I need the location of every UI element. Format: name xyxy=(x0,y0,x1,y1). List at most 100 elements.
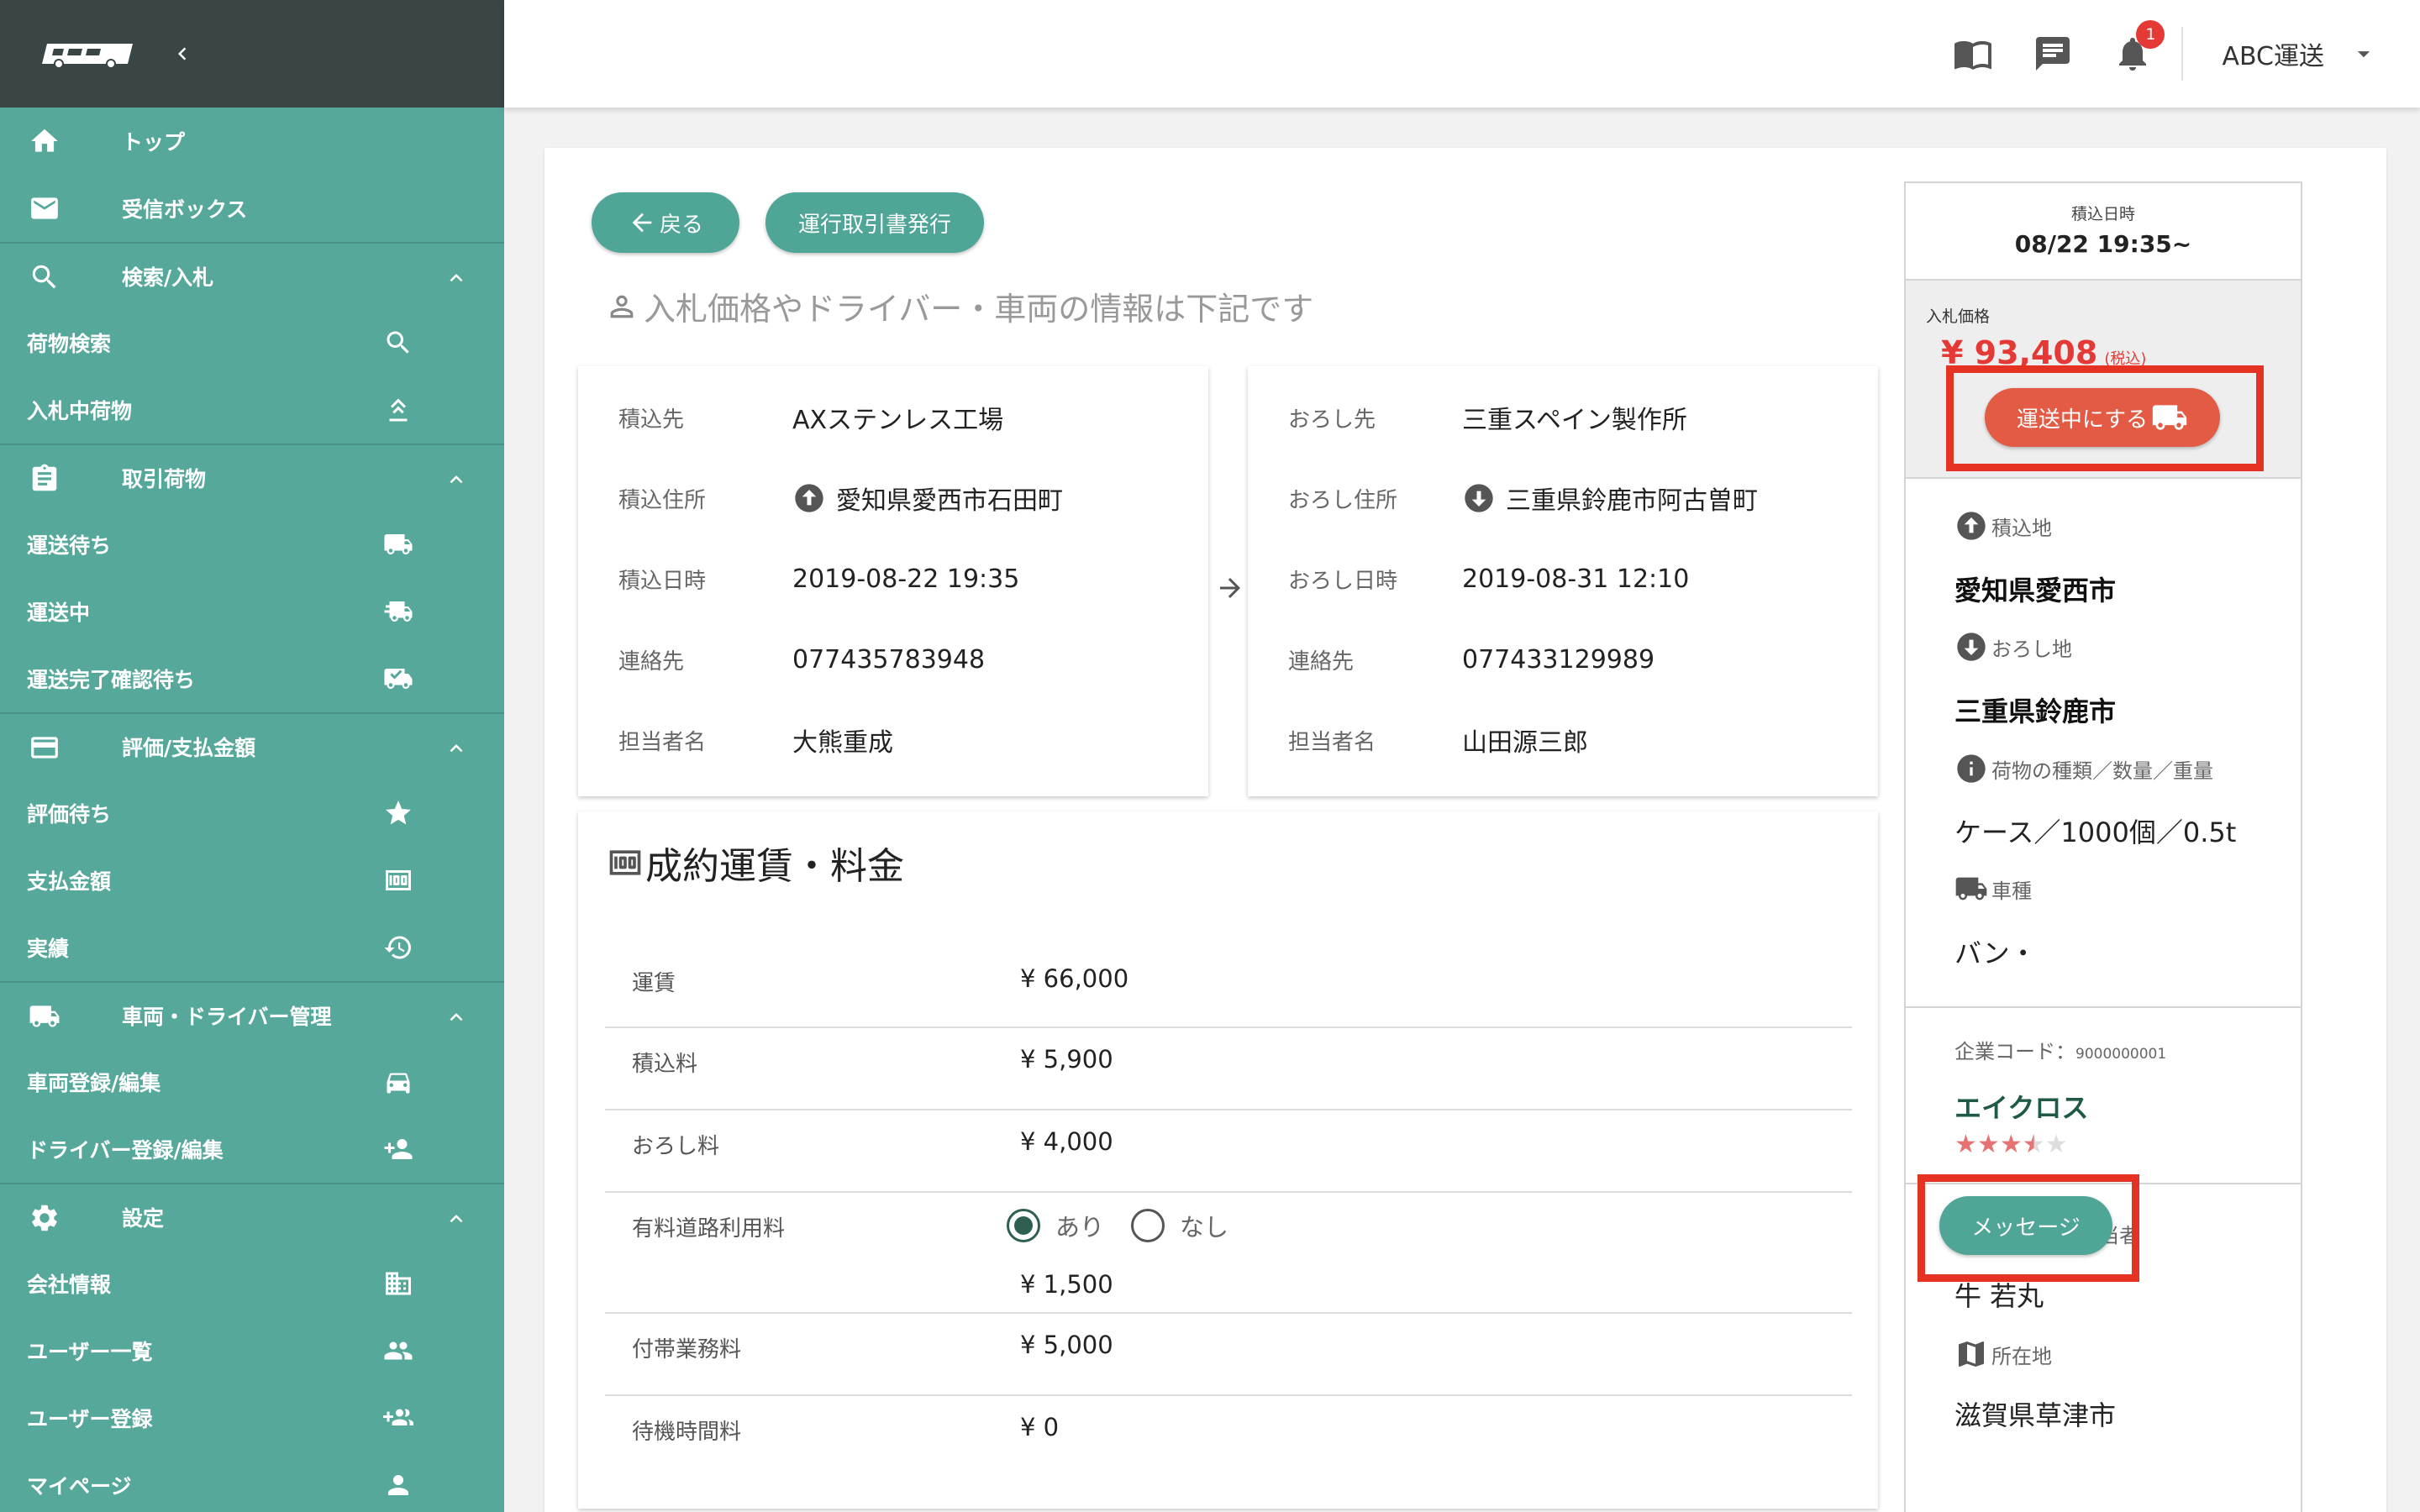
sidebar-item-17[interactable]: 会社情報 xyxy=(0,1250,504,1317)
unloading-row-key: おろし住所 xyxy=(1288,487,1398,513)
star-icon: ★ xyxy=(2022,1130,2045,1159)
caret-down-icon xyxy=(2357,51,2370,58)
gavel-icon xyxy=(389,398,408,422)
unloading-row-value-text: 三重スペイン製作所 xyxy=(1462,406,1687,435)
sidebar-item-3[interactable]: 荷物検索 xyxy=(0,309,504,376)
truck-fast-icon xyxy=(384,601,413,622)
chevron-up-icon[interactable] xyxy=(444,1206,469,1231)
rating-stars: ★ ★ ★ ★ ★ xyxy=(1954,1132,2068,1158)
message-icon[interactable] xyxy=(2033,34,2073,74)
sidebar: トップ 受信ボックス 検索/入札荷物検索入札中荷物取引荷物 運送待ち 運送中 運送完了確認… xyxy=(0,0,504,1512)
company-code-value: 9000000001 xyxy=(2075,1046,2167,1063)
logo[interactable] xyxy=(39,37,136,71)
sidebar-item-4[interactable]: 入札中荷物 xyxy=(0,376,504,444)
loading-row-key: 担当者名 xyxy=(618,729,707,755)
info-icon xyxy=(1957,754,1986,783)
sidebar-item-7[interactable]: 運送中 xyxy=(0,578,504,645)
message-button-label: メッセージ xyxy=(1971,1215,2081,1241)
sidebar-collapse-button[interactable] xyxy=(170,41,195,66)
sidebar-item-label: 入札中荷物 xyxy=(27,399,133,423)
chevron-up-icon[interactable] xyxy=(444,1005,469,1030)
loading-row-value-text: 大熊重成 xyxy=(792,728,893,758)
in-transit-button[interactable]: 運送中にする xyxy=(1985,388,2220,447)
company-code-label: 企業コード： xyxy=(1954,1040,2075,1063)
loading-row: 担当者名 大熊重成 xyxy=(578,719,1208,761)
sidebar-item-20[interactable]: マイページ xyxy=(0,1452,504,1512)
sidebar-item-2[interactable]: 検索/入札 xyxy=(0,242,504,309)
unloading-row-value: 三重スペイン製作所 xyxy=(1462,399,1687,436)
toll-radio-group: あり なし xyxy=(1007,1208,1255,1243)
fee-title: 成約運賃・料金 xyxy=(607,836,904,890)
account-menu[interactable]: ABC運送 xyxy=(2222,35,2378,72)
chevron-up-icon[interactable] xyxy=(444,467,469,492)
arrow-down-circle-icon xyxy=(1465,484,1493,512)
unloading-row-key: おろし日時 xyxy=(1288,568,1398,594)
sidebar-item-label: 荷物検索 xyxy=(27,332,112,356)
app-bar: 1 ABC運送 xyxy=(504,0,2420,108)
sidebar-item-9[interactable]: 評価/支払金額 xyxy=(0,712,504,780)
back-button[interactable]: 戻る xyxy=(592,192,739,253)
sidebar-item-label: 設定 xyxy=(122,1206,165,1231)
unloading-row: おろし先 三重スペイン製作所 xyxy=(1248,396,1878,438)
loading-row-key: 積込住所 xyxy=(618,487,707,513)
issue-doc-button[interactable]: 運行取引書発行 xyxy=(765,192,984,253)
truck-icon xyxy=(1955,877,1987,900)
home-icon xyxy=(31,129,58,152)
sidebar-item-19[interactable]: ユーザー登録 xyxy=(0,1384,504,1452)
unloading-row: おろし住所 三重県鈴鹿市阿古曽町 xyxy=(1248,477,1878,519)
fee-row: 運賃 ¥ 66,000 xyxy=(605,948,1852,1028)
sidebar-item-11[interactable]: 支払金額 xyxy=(0,847,504,914)
sidebar-item-label: 評価待ち xyxy=(27,802,112,827)
location-value: 滋賀県草津市 xyxy=(1954,1399,2117,1431)
fee-row: 待機時間料 ¥ 0 xyxy=(605,1396,1852,1477)
loading-row-value: 愛知県愛西市石田町 xyxy=(792,480,1063,517)
money-icon xyxy=(609,850,641,875)
origin-label: 積込地 xyxy=(1954,509,2052,543)
unloading-row: 連絡先 077433129989 xyxy=(1248,638,1878,680)
star-icon: ★ xyxy=(1954,1130,1977,1159)
sidebar-item-14[interactable]: 車両登録/編集 xyxy=(0,1048,504,1116)
sidebar-item-0[interactable]: トップ xyxy=(0,108,504,175)
book-icon[interactable] xyxy=(1953,34,1993,74)
sidebar-item-18[interactable]: ユーザー一覧 xyxy=(0,1317,504,1384)
sidebar-item-8[interactable]: 運送完了確認待ち xyxy=(0,645,504,712)
unloading-row-key: 担当者名 xyxy=(1288,729,1376,755)
sidebar-header xyxy=(0,0,504,108)
sidebar-item-5[interactable]: 取引荷物 xyxy=(0,444,504,511)
loading-row-key: 積込日時 xyxy=(618,568,707,594)
arrow-right-icon xyxy=(1220,578,1240,598)
sidebar-item-16[interactable]: 設定 xyxy=(0,1183,504,1250)
unloading-row-value: 2019-08-31 12:10 xyxy=(1462,564,1689,594)
star-icon: ★ xyxy=(1976,1130,2000,1159)
bell-icon[interactable]: 1 xyxy=(2112,20,2165,74)
sidebar-item-1[interactable]: 受信ボックス xyxy=(0,175,504,242)
sidebar-item-12[interactable]: 実績 xyxy=(0,914,504,981)
group-add-icon xyxy=(383,1409,413,1425)
unloading-row-value-text: 三重県鈴鹿市阿古曽町 xyxy=(1506,486,1758,516)
fee-row-key: おろし料 xyxy=(632,1134,720,1159)
bid-label: 入札価格 xyxy=(1926,307,1991,326)
sidebar-item-15[interactable]: ドライバー登録/編集 xyxy=(0,1116,504,1183)
fee-row-key: 積込料 xyxy=(632,1052,698,1077)
sidebar-item-label: 支払金額 xyxy=(27,869,112,894)
back-button-label: 戻る xyxy=(659,212,703,238)
chevron-up-icon[interactable] xyxy=(444,736,469,761)
star-icon: ★ xyxy=(1999,1130,2023,1159)
money-icon xyxy=(386,870,411,890)
toll-radio-0[interactable] xyxy=(1007,1209,1040,1242)
loading-row-key: 連絡先 xyxy=(618,648,685,675)
unloading-row: おろし日時 2019-08-31 12:10 xyxy=(1248,558,1878,600)
people-icon xyxy=(384,1341,413,1360)
message-button[interactable]: メッセージ xyxy=(1939,1196,2112,1255)
unloading-row-key: 連絡先 xyxy=(1288,648,1355,675)
sidebar-item-6[interactable]: 運送待ち xyxy=(0,511,504,578)
sidebar-item-13[interactable]: 車両・ドライバー管理 xyxy=(0,981,504,1048)
sidebar-item-10[interactable]: 評価待ち xyxy=(0,780,504,847)
person-icon xyxy=(388,1475,408,1495)
loading-row: 積込住所 愛知県愛西市石田町 xyxy=(578,477,1208,519)
chevron-up-icon[interactable] xyxy=(444,265,469,291)
cargo-label-text: 荷物の種類／数量／重量 xyxy=(1991,759,2213,783)
sidebar-item-label: 実績 xyxy=(27,937,70,961)
toll-radio-1[interactable] xyxy=(1131,1209,1165,1242)
sidebar-item-label: 評価/支払金額 xyxy=(122,736,256,760)
